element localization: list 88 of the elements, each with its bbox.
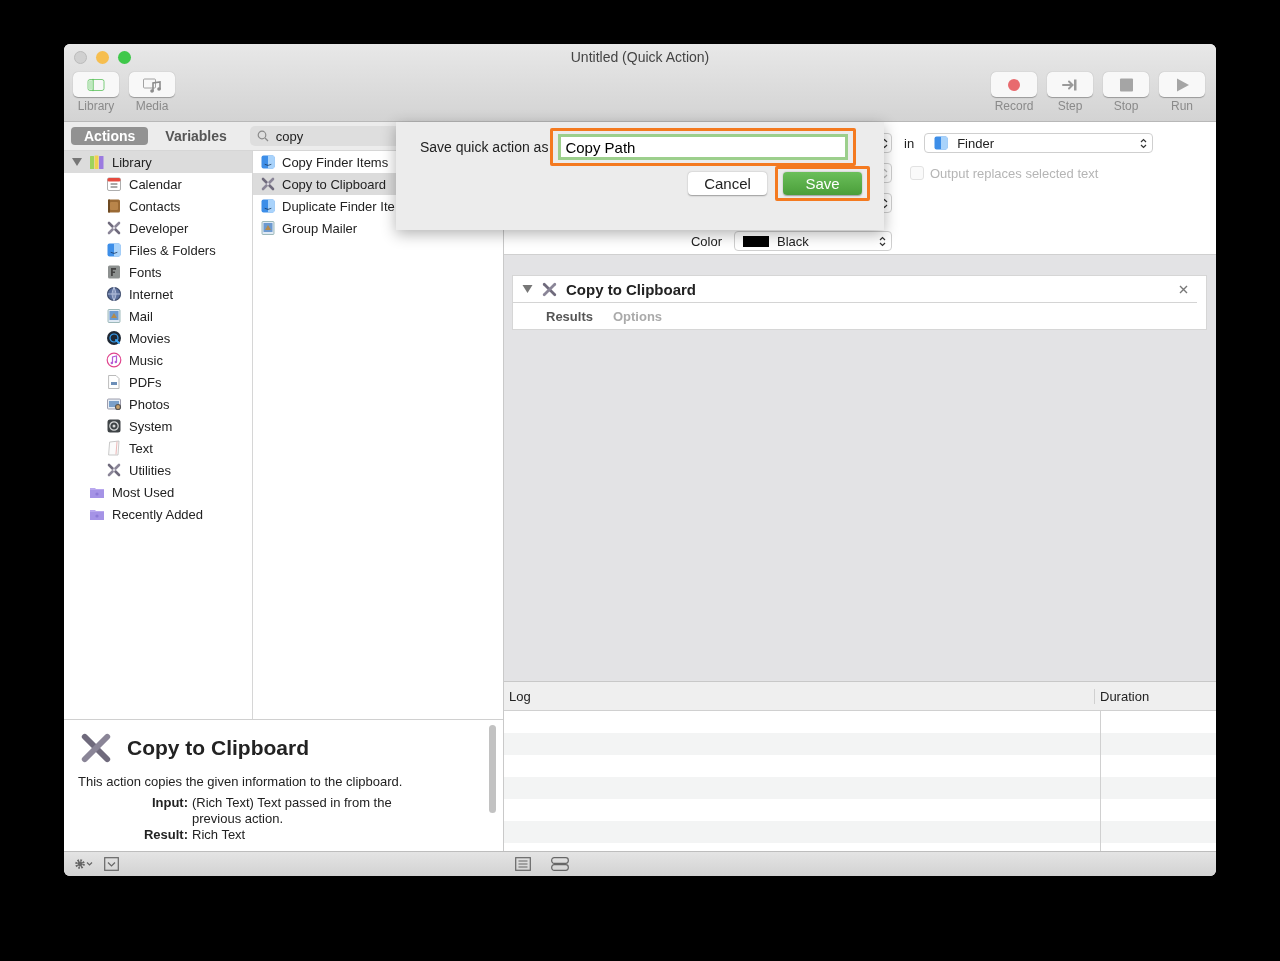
toolbar-button[interactable] — [1103, 72, 1149, 97]
name-field[interactable]: Copy Path — [558, 134, 849, 160]
notepad-icon — [105, 440, 123, 456]
action-title: Copy to Clipboard — [566, 280, 696, 298]
library-item[interactable]: Library — [64, 151, 252, 173]
chevron-icon — [1140, 137, 1148, 149]
library-item[interactable]: Utilities — [64, 459, 252, 481]
zoom-button[interactable] — [118, 50, 131, 64]
library-item[interactable]: Fonts — [64, 261, 252, 283]
tools-icon — [259, 176, 277, 192]
media-icon — [142, 76, 162, 93]
book-icon — [105, 198, 123, 214]
split-view-icon[interactable] — [551, 857, 569, 871]
application-popup[interactable]: Finder — [924, 133, 1154, 153]
checkbox-label: Output replaces selected text — [930, 165, 1099, 181]
library-item[interactable]: Recently Added — [64, 503, 252, 525]
library-item[interactable]: Mail — [64, 305, 252, 327]
font-icon — [105, 264, 123, 280]
sidebar-icon — [86, 76, 106, 93]
chevron-icon — [879, 235, 886, 247]
field-label: Input: — [150, 795, 189, 812]
tools-icon — [105, 220, 123, 236]
play-circle-icon — [105, 330, 123, 346]
window-title: Untitled (Quick Action) — [570, 49, 710, 65]
library-item[interactable]: Developer — [64, 217, 252, 239]
toolbar-button[interactable] — [1159, 72, 1205, 97]
close-icon[interactable] — [1179, 284, 1188, 294]
in-label: in — [904, 135, 915, 151]
finder-icon — [259, 154, 277, 170]
collapse-icon[interactable] — [104, 857, 119, 871]
finder-icon — [105, 242, 123, 258]
music-note-icon — [105, 352, 123, 368]
disclosure-triangle-icon[interactable] — [72, 157, 82, 167]
library-tab[interactable]: Variables — [152, 127, 240, 145]
finder-icon — [259, 198, 277, 214]
library-item[interactable]: PDFs — [64, 371, 252, 393]
library-item[interactable]: Calendar — [64, 173, 252, 195]
scrollbar-thumb[interactable] — [489, 725, 496, 813]
toolbar-label: Step — [1057, 99, 1083, 113]
color-swatch — [743, 235, 769, 247]
disclosure-triangle-icon[interactable] — [522, 284, 533, 294]
field-value: Rich Text — [192, 827, 247, 843]
color-label: Color — [689, 233, 723, 249]
library-item[interactable]: System — [64, 415, 252, 437]
gear-menu-icon[interactable] — [74, 858, 94, 870]
toolbar-label: Media — [135, 99, 169, 113]
toolbar-button[interactable] — [73, 72, 119, 97]
library-item[interactable]: Internet — [64, 283, 252, 305]
books-icon — [88, 154, 106, 170]
action-title: Copy to Clipboard — [127, 736, 309, 760]
toolbar-button[interactable] — [129, 72, 175, 97]
card-tab[interactable]: Results — [542, 308, 597, 324]
color-popup[interactable]: Black — [734, 231, 892, 251]
photos-icon — [105, 396, 123, 412]
action-item[interactable]: Group Mailer — [253, 217, 503, 239]
library-item[interactable]: Contacts — [64, 195, 252, 217]
library-item[interactable]: Files & Folders — [64, 239, 252, 261]
toolbar-label: Library — [77, 99, 115, 113]
close-button[interactable] — [74, 50, 87, 64]
minimize-button[interactable] — [96, 50, 109, 64]
library-item[interactable]: Photos — [64, 393, 252, 415]
library-item[interactable]: Most Used — [64, 481, 252, 503]
gear-icon — [105, 418, 123, 434]
library-item[interactable]: Text — [64, 437, 252, 459]
dialog-button[interactable]: Cancel — [688, 172, 767, 195]
finder-icon — [933, 135, 950, 151]
library-item[interactable]: Music — [64, 349, 252, 371]
library-item[interactable]: Movies — [64, 327, 252, 349]
calendar-icon — [105, 176, 123, 192]
stamp-icon — [259, 220, 277, 236]
field-value: (Rich Text) Text passed in from the previous action. — [192, 795, 393, 827]
list-view-icon[interactable] — [515, 857, 531, 871]
tools-icon — [105, 462, 123, 478]
globe-icon — [105, 286, 123, 302]
toolbar-label: Run — [1171, 99, 1193, 113]
field-label: Result: — [142, 827, 189, 843]
toolbar-label: Record — [994, 99, 1034, 113]
stamp-icon — [105, 308, 123, 324]
search-icon — [256, 130, 269, 142]
document-icon — [105, 374, 123, 390]
action-item[interactable]: Duplicate Finder Ite — [253, 195, 503, 217]
column-header[interactable]: Log — [504, 688, 1095, 704]
tools-icon — [541, 280, 558, 298]
toolbar-label: Stop — [1113, 99, 1139, 113]
toolbar-button[interactable] — [1047, 72, 1093, 97]
action-description: This action copies the given information to the clipboard. — [78, 774, 404, 789]
column-header[interactable]: Duration — [1095, 688, 1150, 704]
toolbar-button[interactable] — [991, 72, 1037, 97]
